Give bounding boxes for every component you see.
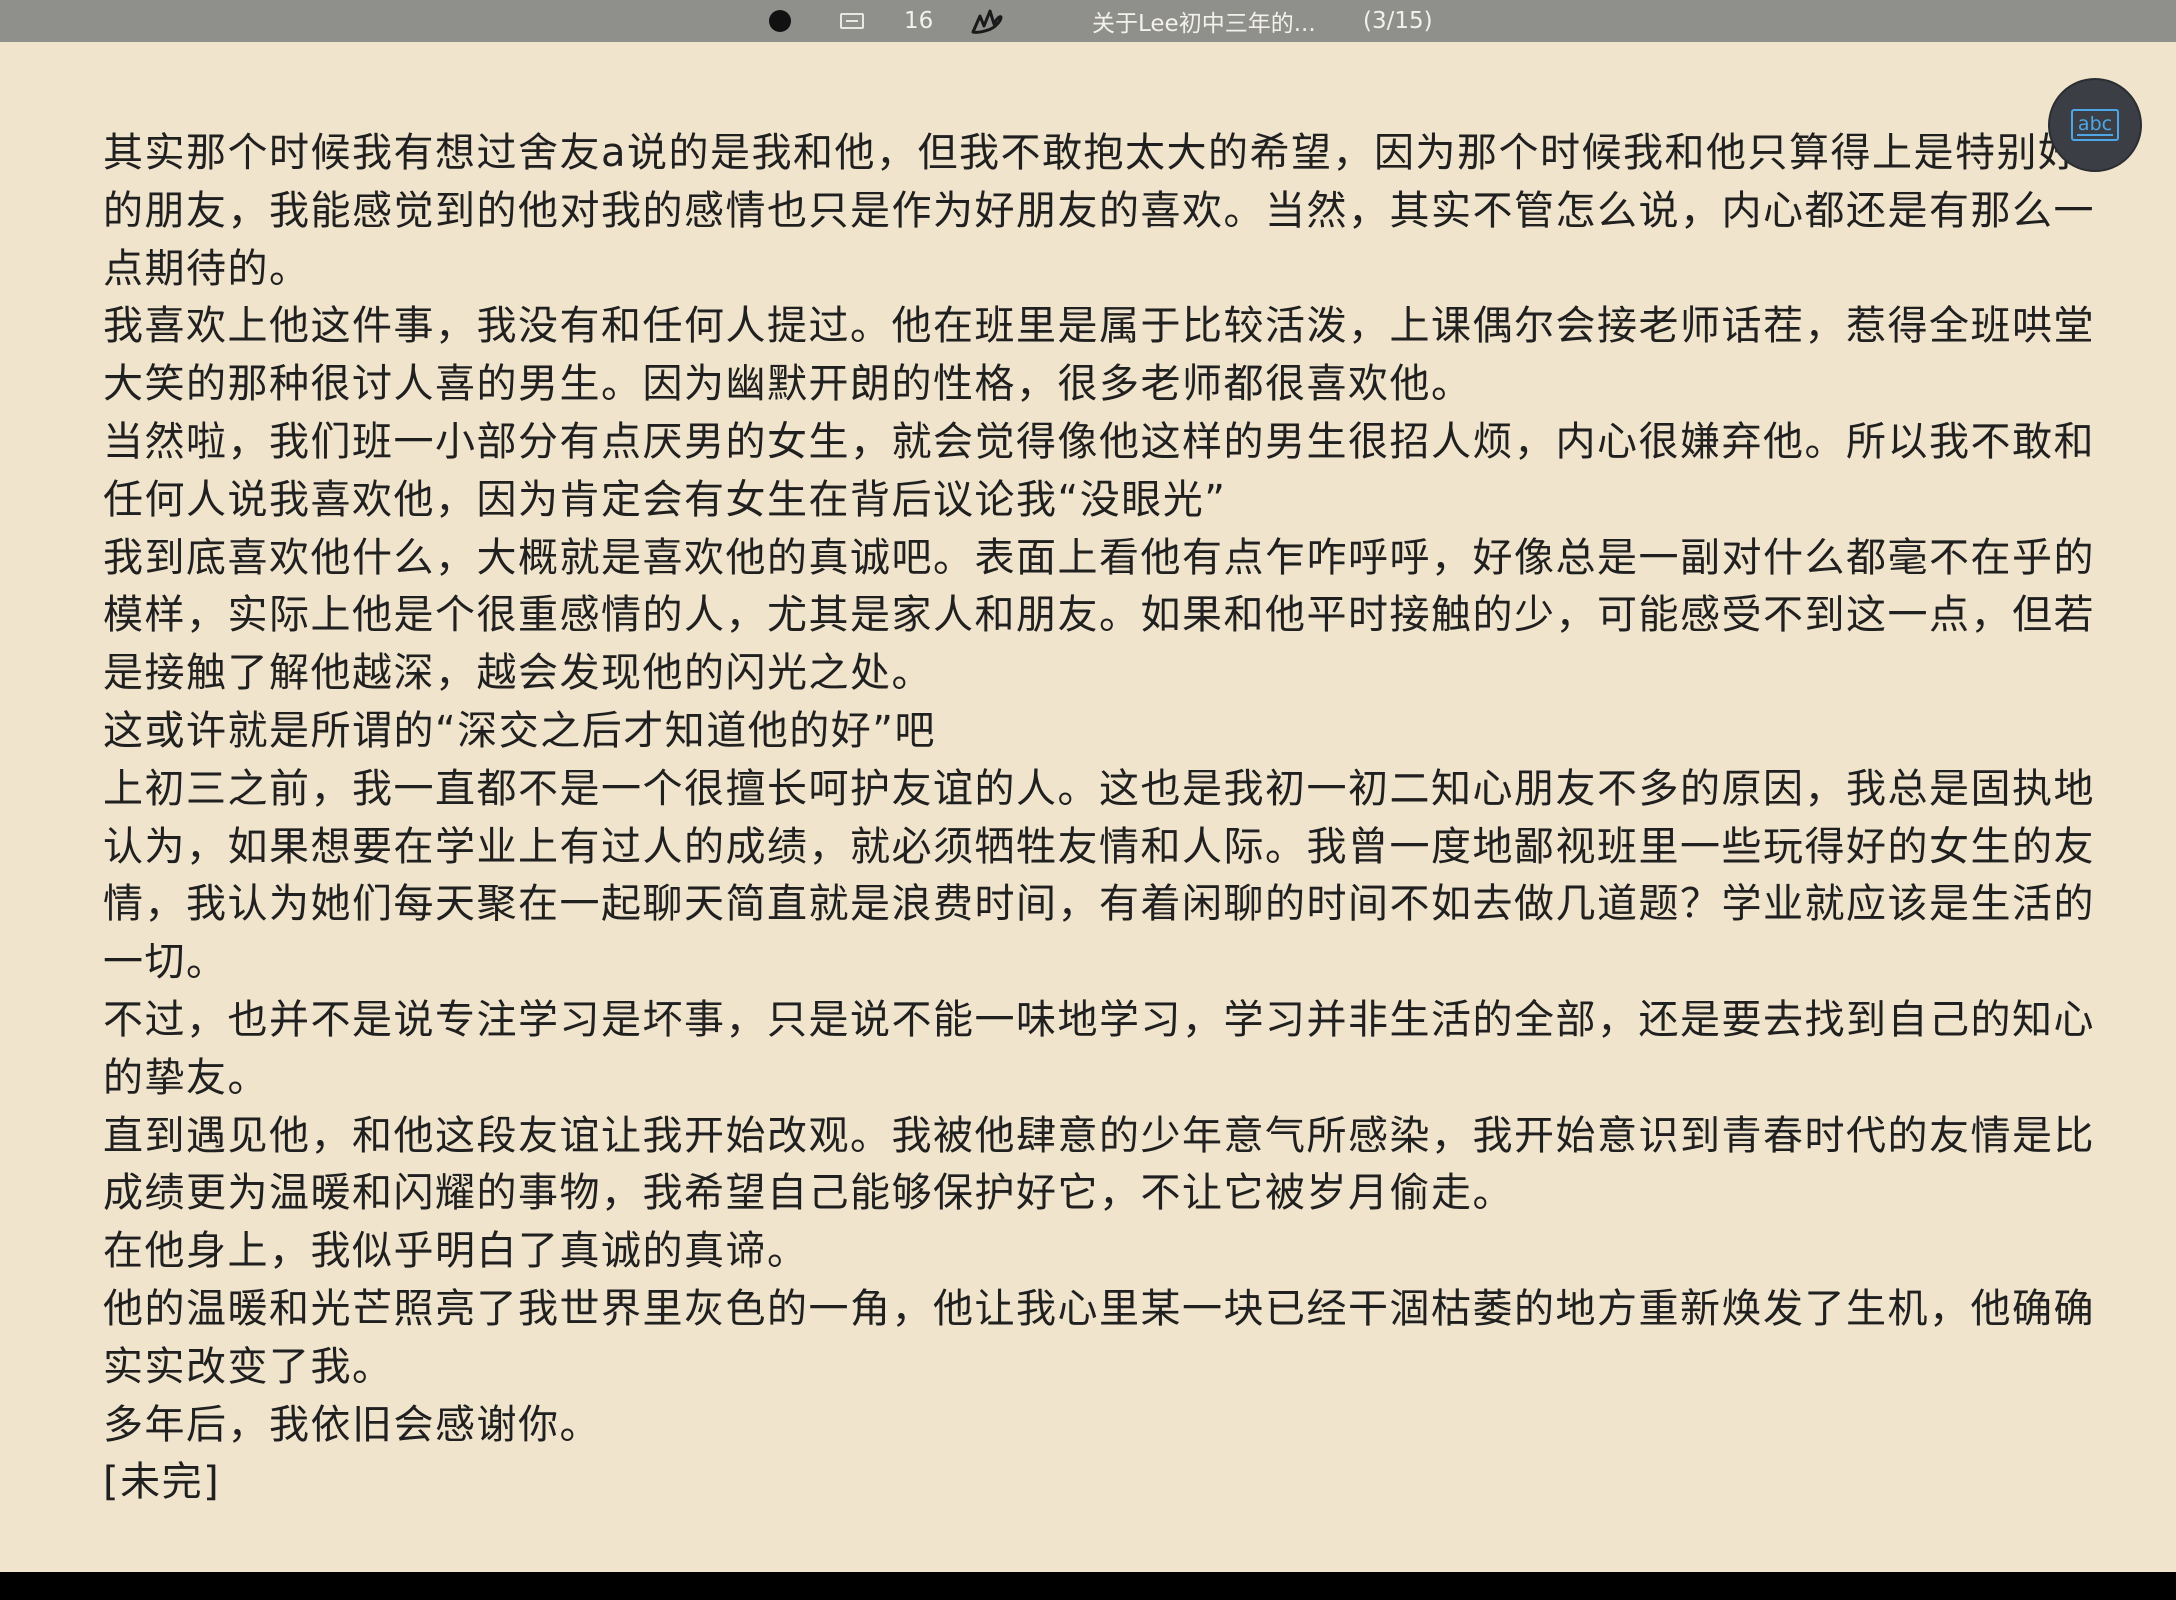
paragraph: 多年后，我依旧会感谢你。 (103, 1401, 601, 1448)
document-body: 其实那个时候我有想过舍友a说的是我和他，但我不敢抱太大的希望，因为那个时候我和他… (103, 125, 2113, 1512)
paragraph: 他的温暖和光芒照亮了我世界里灰色的一角，他让我心里某一块已经干涸枯萎的地方重新焕… (103, 1285, 2095, 1390)
paragraph: 直到遇见他，和他这段友谊让我开始改观。我被他肆意的少年意气所感染，我开始意识到青… (103, 1112, 2095, 1217)
bottom-bar (0, 1572, 2176, 1600)
paragraph: 其实那个时候我有想过舍友a说的是我和他，但我不敢抱太大的希望，因为那个时候我和他… (103, 130, 2095, 292)
paragraph: 我到底喜欢他什么，大概就是喜欢他的真诚吧。表面上看他有点乍咋呼呼，好像总是一副对… (103, 534, 2095, 697)
page-indicator: (3/15) (1363, 8, 1433, 34)
keyboard-icon[interactable] (840, 0, 864, 42)
paragraph: 当然啦，我们班一小部分有点厌男的女生，就会觉得像他这样的男生很招人烦，内心很嫌弃… (103, 418, 2095, 523)
paragraph: 在他身上，我似乎明白了真诚的真谛。 (103, 1228, 809, 1275)
reader-page: 其实那个时候我有想过舍友a说的是我和他，但我不敢抱太大的希望，因为那个时候我和他… (0, 42, 2176, 1572)
text-recognition-button[interactable]: abc (2048, 78, 2142, 172)
record-dot-icon[interactable] (769, 0, 791, 42)
document-title: 关于Lee初中三年的... (1092, 11, 1316, 37)
signature-count: 16 (904, 8, 934, 34)
paragraph: 我喜欢上他这件事，我没有和任何人提过。他在班里是属于比较活泼，上课偶尔会接老师话… (103, 303, 2095, 408)
signature-icon[interactable] (970, 0, 1004, 42)
paragraph: 不过，也并不是说专注学习是坏事，只是说不能一味地学习，学习并非生活的全部，还是要… (103, 996, 2095, 1101)
paragraph: 上初三之前，我一直都不是一个很擅长呵护友谊的人。这也是我初一初二知心朋友不多的原… (103, 765, 2095, 986)
paragraph: 这或许就是所谓的“深交之后才知道他的好”吧 (103, 707, 936, 754)
status-bar: 16 关于Lee初中三年的... (3/15) (0, 0, 2176, 42)
text-recognition-icon: abc (2070, 109, 2120, 141)
paragraph: [未完] (103, 1459, 221, 1506)
